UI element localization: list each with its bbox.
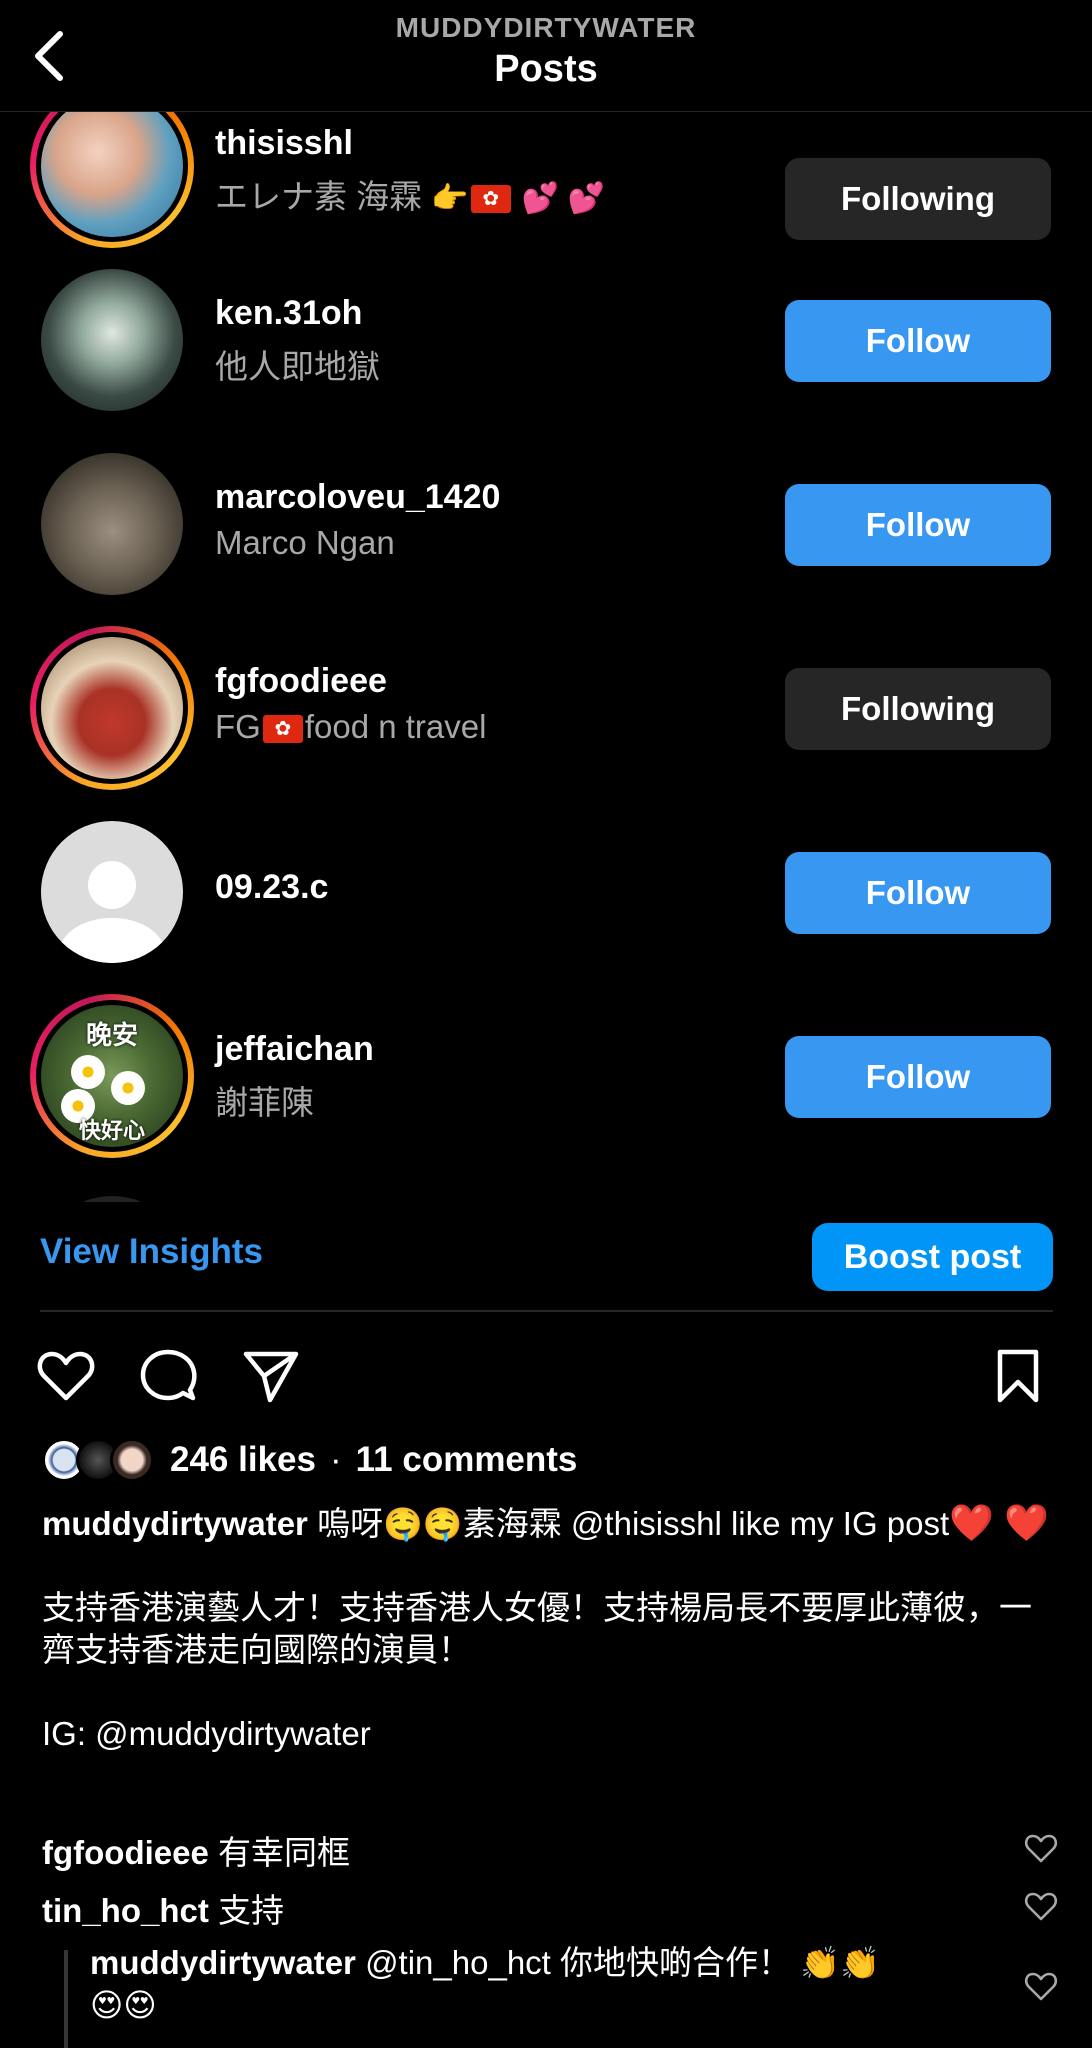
avatar[interactable]	[30, 112, 194, 248]
follow-button[interactable]: Follow	[785, 300, 1051, 382]
red-heart-icon: ❤️ ❤️	[949, 1502, 1049, 1543]
username[interactable]: ken.31oh	[215, 294, 362, 333]
list-item[interactable]: marcoloveu_1420 Marco Ngan Follow	[0, 442, 1092, 626]
liker-avatars[interactable]	[42, 1438, 157, 1482]
comment-like-heart-icon[interactable]	[1024, 1890, 1058, 1924]
two-hearts-icon: 💕 💕	[521, 182, 605, 215]
follow-button[interactable]: Follow	[785, 852, 1051, 934]
likers-list[interactable]: thisisshl エレナ素 海霖 👉 💕 💕 Following ken.31…	[0, 112, 1092, 1202]
drooling-face-icon: 🤤🤤	[383, 1506, 463, 1542]
account-name: MUDDYDIRTYWATER	[395, 12, 697, 43]
comment-reply: muddydirtywater @tin_ho_hct 你地快啲合作！ 👏👏 😍…	[90, 1944, 880, 2023]
pointing-hand-icon: 👉	[431, 182, 469, 215]
avatar[interactable]	[30, 258, 194, 422]
avatar[interactable]	[30, 626, 194, 790]
list-item[interactable]: 晚安 快好心 jeffaichan 謝菲陳 Follow	[0, 994, 1092, 1178]
follow-button[interactable]: Follow	[785, 1036, 1051, 1118]
username[interactable]: thisisshl	[215, 124, 353, 163]
divider	[40, 1310, 1053, 1312]
comment-user[interactable]: tin_ho_hct	[42, 1892, 209, 1929]
full-name: 謝菲陳	[215, 1084, 314, 1121]
username[interactable]: fgfoodieee	[215, 662, 387, 701]
heart-eyes-icon: 😍😍	[90, 1987, 157, 2023]
full-name: 他人即地獄	[215, 348, 380, 385]
list-item[interactable]: thisisshl エレナ素 海霖 👉 💕 💕 Following	[0, 112, 1092, 258]
list-item[interactable]: 09.23.c Follow	[0, 810, 1092, 994]
boost-post-button[interactable]: Boost post	[812, 1223, 1053, 1291]
likes-summary[interactable]: 246 likes · 11 comments	[170, 1440, 577, 1480]
reply-thread-bar	[64, 1950, 68, 2048]
following-button[interactable]: Following	[785, 668, 1051, 750]
hk-flag-icon	[262, 715, 303, 744]
comments-count[interactable]: 11 comments	[356, 1440, 578, 1479]
post-caption: muddydirtywater 嗚呀🤤🤤素海霖 @thisisshl like …	[42, 1502, 1049, 1752]
full-name: Marco Ngan	[215, 524, 395, 561]
avatar[interactable]	[30, 810, 194, 974]
likes-count[interactable]: 246 likes	[170, 1440, 316, 1479]
comment: fgfoodieee 有幸同框	[42, 1834, 351, 1871]
username[interactable]: 09.23.c	[215, 868, 328, 907]
share-icon[interactable]	[240, 1346, 300, 1406]
list-item[interactable]: ken.31oh 他人即地獄 Follow	[0, 258, 1092, 442]
comment-like-heart-icon[interactable]	[1024, 1970, 1058, 2004]
comment-like-heart-icon[interactable]	[1024, 1832, 1058, 1866]
comment: tin_ho_hct 支持	[42, 1892, 285, 1929]
heart-icon[interactable]	[36, 1346, 96, 1406]
following-button[interactable]: Following	[785, 158, 1051, 240]
default-avatar-icon	[41, 821, 183, 963]
clapping-hands-icon: 👏👏	[800, 1945, 880, 1981]
list-item[interactable]	[0, 1190, 1092, 1202]
full-name: エレナ素 海霖 👉 💕 💕	[215, 170, 605, 218]
full-name: FGfood n travel	[215, 708, 486, 746]
avatar[interactable]	[30, 1190, 194, 1202]
username[interactable]: jeffaichan	[215, 1030, 374, 1069]
view-insights-link[interactable]: View Insights	[40, 1232, 263, 1272]
comment-icon[interactable]	[138, 1346, 198, 1406]
caption-author[interactable]: muddydirtywater	[42, 1505, 308, 1542]
header: MUDDYDIRTYWATER Posts	[0, 0, 1092, 112]
page-title: Posts	[494, 48, 598, 90]
follow-button[interactable]: Follow	[785, 484, 1051, 566]
avatar[interactable]: 晚安 快好心	[30, 994, 194, 1158]
bookmark-icon[interactable]	[988, 1346, 1048, 1406]
hk-flag-icon	[470, 185, 511, 214]
comment-user[interactable]: muddydirtywater	[90, 1944, 356, 1981]
list-item[interactable]: fgfoodieee FGfood n travel Following	[0, 626, 1092, 810]
avatar[interactable]	[30, 442, 194, 606]
username[interactable]: marcoloveu_1420	[215, 478, 500, 517]
comment-user[interactable]: fgfoodieee	[42, 1834, 209, 1871]
